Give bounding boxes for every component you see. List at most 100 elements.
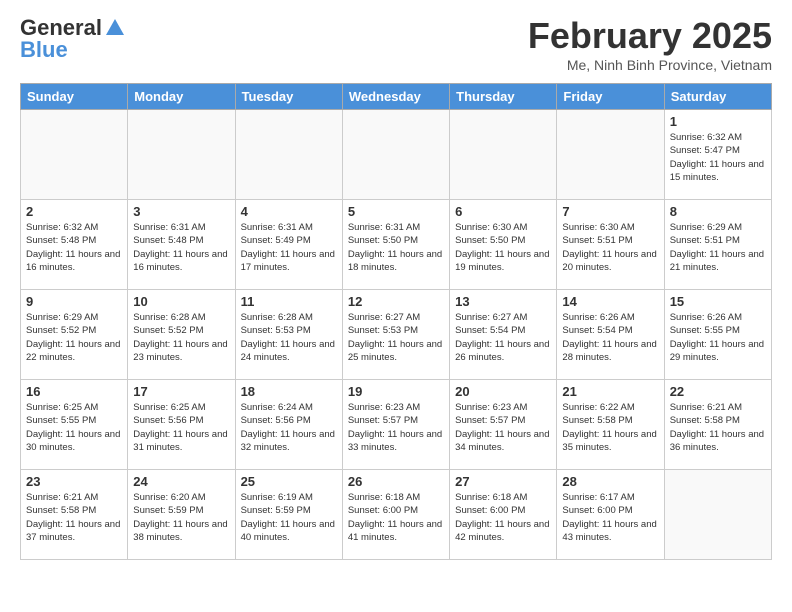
day-number: 13	[455, 294, 551, 309]
day-number: 11	[241, 294, 337, 309]
day-info: Sunrise: 6:17 AM Sunset: 6:00 PM Dayligh…	[562, 491, 658, 544]
day-number: 22	[670, 384, 766, 399]
calendar-cell: 23 Sunrise: 6:21 AM Sunset: 5:58 PM Dayli…	[21, 470, 128, 560]
day-number: 17	[133, 384, 229, 399]
week-row-2: 2 Sunrise: 6:32 AM Sunset: 5:48 PM Daylig…	[21, 200, 772, 290]
calendar-cell: 21 Sunrise: 6:22 AM Sunset: 5:58 PM Dayli…	[557, 380, 664, 470]
day-info: Sunrise: 6:20 AM Sunset: 5:59 PM Dayligh…	[133, 491, 229, 544]
day-info: Sunrise: 6:28 AM Sunset: 5:52 PM Dayligh…	[133, 311, 229, 364]
calendar-cell: 17 Sunrise: 6:25 AM Sunset: 5:56 PM Dayli…	[128, 380, 235, 470]
day-info: Sunrise: 6:29 AM Sunset: 5:52 PM Dayligh…	[26, 311, 122, 364]
header: General Blue February 2025 Me, Ninh Binh…	[20, 15, 772, 73]
day-info: Sunrise: 6:30 AM Sunset: 5:51 PM Dayligh…	[562, 221, 658, 274]
calendar-cell: 25Sunrise: 6:19 AM Sunset: 5:59 PM Dayli…	[235, 470, 342, 560]
day-number: 23	[26, 474, 122, 489]
day-info: Sunrise: 6:30 AM Sunset: 5:50 PM Dayligh…	[455, 221, 551, 274]
day-number: 15	[670, 294, 766, 309]
day-number: 4	[241, 204, 337, 219]
weekday-header-saturday: Saturday	[664, 84, 771, 110]
day-number: 10	[133, 294, 229, 309]
calendar-cell: 2 Sunrise: 6:32 AM Sunset: 5:48 PM Daylig…	[21, 200, 128, 290]
day-number: 28	[562, 474, 658, 489]
day-info: Sunrise: 6:21 AM Sunset: 5:58 PM Dayligh…	[670, 401, 766, 454]
calendar-cell: 12 Sunrise: 6:27 AM Sunset: 5:53 PM Dayli…	[342, 290, 449, 380]
week-row-3: 9 Sunrise: 6:29 AM Sunset: 5:52 PM Daylig…	[21, 290, 772, 380]
calendar-cell: 26 Sunrise: 6:18 AM Sunset: 6:00 PM Dayli…	[342, 470, 449, 560]
day-info: Sunrise: 6:27 AM Sunset: 5:54 PM Dayligh…	[455, 311, 551, 364]
calendar-cell	[21, 110, 128, 200]
day-info: Sunrise: 6:31 AM Sunset: 5:50 PM Dayligh…	[348, 221, 444, 274]
calendar-cell: 16 Sunrise: 6:25 AM Sunset: 5:55 PM Dayli…	[21, 380, 128, 470]
day-number: 12	[348, 294, 444, 309]
day-info: Sunrise: 6:18 AM Sunset: 6:00 PM Dayligh…	[348, 491, 444, 544]
calendar-cell: 20 Sunrise: 6:23 AM Sunset: 5:57 PM Dayli…	[450, 380, 557, 470]
day-info: Sunrise: 6:23 AM Sunset: 5:57 PM Dayligh…	[348, 401, 444, 454]
calendar-cell: 22 Sunrise: 6:21 AM Sunset: 5:58 PM Dayli…	[664, 380, 771, 470]
week-row-5: 23 Sunrise: 6:21 AM Sunset: 5:58 PM Dayli…	[21, 470, 772, 560]
location: Me, Ninh Binh Province, Vietnam	[528, 57, 772, 73]
day-number: 5	[348, 204, 444, 219]
calendar-cell: 18Sunrise: 6:24 AM Sunset: 5:56 PM Dayli…	[235, 380, 342, 470]
day-number: 24	[133, 474, 229, 489]
day-number: 21	[562, 384, 658, 399]
day-number: 26	[348, 474, 444, 489]
calendar-cell	[664, 470, 771, 560]
calendar-cell: 19 Sunrise: 6:23 AM Sunset: 5:57 PM Dayli…	[342, 380, 449, 470]
weekday-header-monday: Monday	[128, 84, 235, 110]
title-area: February 2025 Me, Ninh Binh Province, Vi…	[528, 15, 772, 73]
week-row-4: 16 Sunrise: 6:25 AM Sunset: 5:55 PM Dayli…	[21, 380, 772, 470]
weekday-header-sunday: Sunday	[21, 84, 128, 110]
day-number: 1	[670, 114, 766, 129]
day-number: 6	[455, 204, 551, 219]
weekday-header-thursday: Thursday	[450, 84, 557, 110]
calendar-cell: 27 Sunrise: 6:18 AM Sunset: 6:00 PM Dayli…	[450, 470, 557, 560]
calendar-cell	[235, 110, 342, 200]
calendar-cell: 10 Sunrise: 6:28 AM Sunset: 5:52 PM Dayli…	[128, 290, 235, 380]
day-info: Sunrise: 6:18 AM Sunset: 6:00 PM Dayligh…	[455, 491, 551, 544]
day-number: 3	[133, 204, 229, 219]
day-number: 19	[348, 384, 444, 399]
day-info: Sunrise: 6:32 AM Sunset: 5:47 PM Dayligh…	[670, 131, 766, 184]
day-info: Sunrise: 6:23 AM Sunset: 5:57 PM Dayligh…	[455, 401, 551, 454]
weekday-header-friday: Friday	[557, 84, 664, 110]
day-number: 7	[562, 204, 658, 219]
day-info: Sunrise: 6:31 AM Sunset: 5:48 PM Dayligh…	[133, 221, 229, 274]
calendar-cell: 28 Sunrise: 6:17 AM Sunset: 6:00 PM Dayli…	[557, 470, 664, 560]
logo-icon	[104, 17, 126, 39]
calendar-cell: 13 Sunrise: 6:27 AM Sunset: 5:54 PM Dayli…	[450, 290, 557, 380]
calendar-cell	[450, 110, 557, 200]
week-row-1: 1 Sunrise: 6:32 AM Sunset: 5:47 PM Daylig…	[21, 110, 772, 200]
day-info: Sunrise: 6:25 AM Sunset: 5:56 PM Dayligh…	[133, 401, 229, 454]
month-title: February 2025	[528, 15, 772, 57]
day-number: 14	[562, 294, 658, 309]
calendar-table: SundayMondayTuesdayWednesdayThursdayFrid…	[20, 83, 772, 560]
calendar-cell: 7 Sunrise: 6:30 AM Sunset: 5:51 PM Daylig…	[557, 200, 664, 290]
day-info: Sunrise: 6:29 AM Sunset: 5:51 PM Dayligh…	[670, 221, 766, 274]
calendar-cell	[557, 110, 664, 200]
calendar-cell: 4 Sunrise: 6:31 AM Sunset: 5:49 PM Daylig…	[235, 200, 342, 290]
day-info: Sunrise: 6:32 AM Sunset: 5:48 PM Dayligh…	[26, 221, 122, 274]
calendar-cell: 11Sunrise: 6:28 AM Sunset: 5:53 PM Dayli…	[235, 290, 342, 380]
day-info: Sunrise: 6:27 AM Sunset: 5:53 PM Dayligh…	[348, 311, 444, 364]
day-number: 27	[455, 474, 551, 489]
calendar-cell: 15 Sunrise: 6:26 AM Sunset: 5:55 PM Dayli…	[664, 290, 771, 380]
weekday-header-tuesday: Tuesday	[235, 84, 342, 110]
day-number: 9	[26, 294, 122, 309]
day-number: 8	[670, 204, 766, 219]
calendar-cell: 3 Sunrise: 6:31 AM Sunset: 5:48 PM Daylig…	[128, 200, 235, 290]
day-info: Sunrise: 6:31 AM Sunset: 5:49 PM Dayligh…	[241, 221, 337, 274]
calendar-cell: 6 Sunrise: 6:30 AM Sunset: 5:50 PM Daylig…	[450, 200, 557, 290]
weekday-header-row: SundayMondayTuesdayWednesdayThursdayFrid…	[21, 84, 772, 110]
day-info: Sunrise: 6:26 AM Sunset: 5:55 PM Dayligh…	[670, 311, 766, 364]
day-info: Sunrise: 6:21 AM Sunset: 5:58 PM Dayligh…	[26, 491, 122, 544]
calendar-cell: 5 Sunrise: 6:31 AM Sunset: 5:50 PM Daylig…	[342, 200, 449, 290]
calendar-cell	[342, 110, 449, 200]
day-number: 2	[26, 204, 122, 219]
day-info: Sunrise: 6:19 AM Sunset: 5:59 PM Dayligh…	[241, 491, 337, 544]
calendar-cell: 9 Sunrise: 6:29 AM Sunset: 5:52 PM Daylig…	[21, 290, 128, 380]
weekday-header-wednesday: Wednesday	[342, 84, 449, 110]
day-number: 16	[26, 384, 122, 399]
day-info: Sunrise: 6:22 AM Sunset: 5:58 PM Dayligh…	[562, 401, 658, 454]
day-number: 20	[455, 384, 551, 399]
day-info: Sunrise: 6:25 AM Sunset: 5:55 PM Dayligh…	[26, 401, 122, 454]
